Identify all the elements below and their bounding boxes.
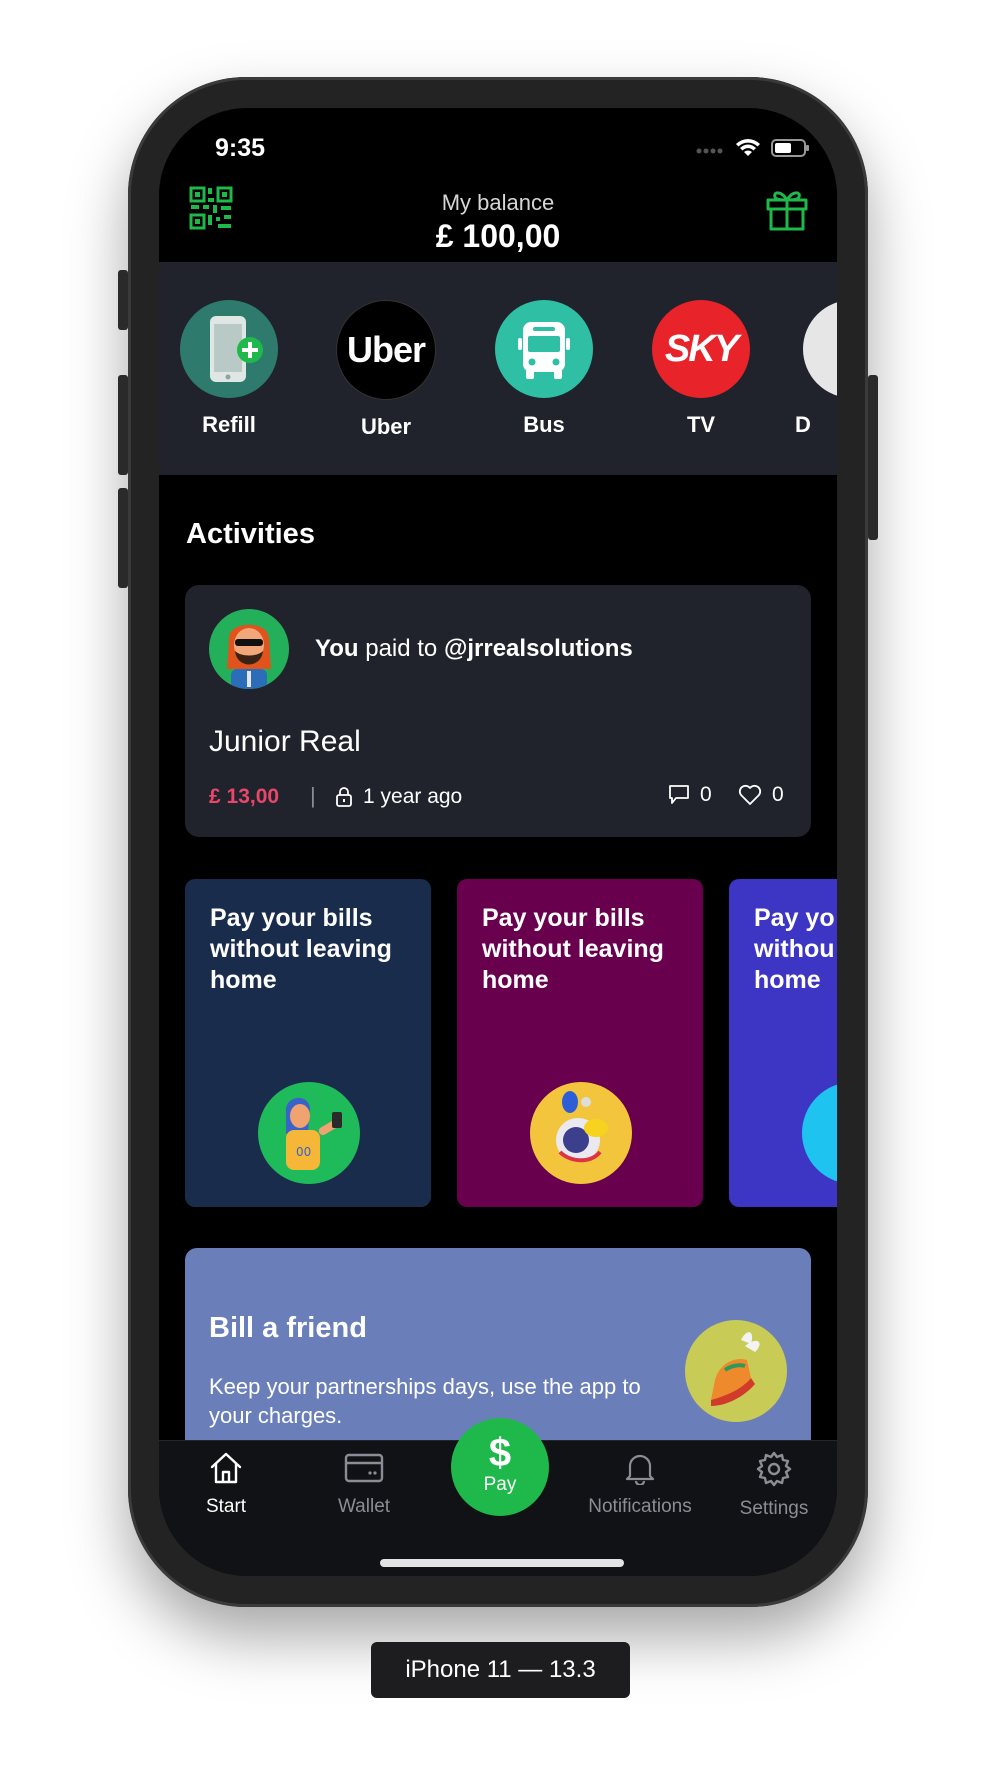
tab-start[interactable]: Start [161, 1451, 291, 1518]
promo-line: withou [754, 935, 835, 963]
balance-label: My balance [441, 190, 555, 215]
gift-icon [766, 191, 808, 231]
shortcut-uber[interactable]: Uber Uber [331, 300, 441, 440]
shortcut-refill[interactable]: Refill [174, 300, 284, 438]
lock-icon [335, 787, 353, 812]
shortcut-partial[interactable]: D [795, 300, 837, 438]
promo-line: home [210, 966, 277, 994]
shortcut-label: D [795, 412, 811, 437]
partial-icon [803, 300, 837, 398]
uber-logo: Uber [336, 300, 436, 400]
pay-button[interactable]: $ Pay [451, 1418, 549, 1516]
battery-icon [771, 138, 811, 163]
promo-line: without leaving [210, 935, 392, 963]
volume-down-button [118, 488, 128, 588]
header: My balance £ 100,00 [159, 168, 837, 262]
promo-card[interactable]: Pay yo withou home [729, 879, 837, 1207]
bell-icon [625, 1454, 655, 1487]
activity-amount: £ 13,00 [209, 785, 280, 808]
sky-logo-text: SKY [664, 328, 739, 370]
bus-icon [495, 300, 593, 398]
shortcut-tv[interactable]: SKY TV [646, 300, 756, 438]
shortcut-label: Bus [523, 412, 565, 437]
activity-card[interactable]: You paid to @jrrealsolutions Junior Real… [185, 585, 811, 837]
tab-label: Wallet [337, 1496, 391, 1517]
status-time: 9:35 [215, 134, 266, 162]
promo-card[interactable]: Pay your bills without leaving home 00 [185, 879, 431, 1207]
tab-settings[interactable]: Settings [709, 1451, 837, 1520]
wallet-icon [344, 1453, 384, 1483]
likes-count: 0 [772, 783, 784, 806]
home-icon [210, 1452, 242, 1484]
promo-illustration [530, 1082, 632, 1184]
gear-icon [756, 1451, 792, 1487]
promo-illustration [802, 1082, 837, 1184]
mute-switch [118, 270, 128, 330]
activity-actor: You [315, 635, 359, 662]
comments-button[interactable]: 0 [668, 783, 712, 807]
refill-icon [180, 300, 278, 398]
promo-card[interactable]: Pay your bills without leaving home [457, 879, 703, 1207]
heart-icon [738, 784, 762, 805]
screen: 9:35 My balance £ 100,00 Refill Uber Ube… [159, 108, 837, 1576]
activity-verb: paid to [358, 635, 444, 662]
promo-line: Pay your bills [482, 904, 645, 932]
likes-button[interactable]: 0 [738, 783, 784, 807]
bill-title: Bill a friend [209, 1312, 367, 1344]
tab-notifications[interactable]: Notifications [565, 1451, 715, 1518]
notch [309, 108, 687, 163]
device-label: iPhone 11 — 13.3 [371, 1642, 630, 1698]
promo-line: home [482, 966, 549, 994]
wifi-icon [735, 138, 761, 163]
activity-description: You paid to @jrrealsolutions [315, 635, 633, 663]
shortcut-label: Uber [360, 414, 412, 439]
comment-icon [669, 785, 689, 804]
balance-value: £ 100,00 [435, 218, 561, 254]
pay-label: Pay [483, 1474, 517, 1495]
promo-line: Pay your bills [210, 904, 373, 932]
tab-wallet[interactable]: Wallet [299, 1451, 429, 1518]
gift-button[interactable] [765, 186, 809, 237]
promo-line: home [754, 966, 821, 994]
promo-text: Pay yo withou home [754, 903, 837, 996]
tab-label: Notifications [588, 1496, 692, 1517]
svg-text:00: 00 [296, 1145, 311, 1159]
power-button [868, 375, 878, 540]
volume-up-button [118, 375, 128, 475]
uber-logo-text: Uber [346, 329, 426, 370]
activity-time: 1 year ago [363, 785, 463, 808]
comments-count: 0 [700, 783, 712, 806]
tab-label: Settings [739, 1498, 809, 1519]
promo-illustration: 00 [258, 1082, 360, 1184]
sneaker-illustration [685, 1320, 787, 1422]
tab-label: Start [205, 1496, 247, 1517]
shortcut-bus[interactable]: Bus [489, 300, 599, 438]
dollar-icon: $ [488, 1431, 512, 1475]
status-icons [695, 138, 811, 163]
activity-name: Junior Real [209, 725, 361, 758]
bill-description: Keep your partnerships days, use the app… [209, 1374, 641, 1428]
avatar [209, 609, 289, 689]
activities-title: Activities [186, 518, 315, 550]
shortcut-label: TV [686, 412, 716, 437]
activity-handle[interactable]: @jrrealsolutions [444, 635, 633, 662]
signal-icon [695, 142, 725, 160]
promo-text: Pay your bills without leaving home [210, 903, 420, 996]
promo-line: without leaving [482, 935, 664, 963]
promo-line: Pay yo [754, 904, 835, 932]
home-indicator[interactable] [380, 1559, 624, 1567]
sky-logo: SKY [652, 300, 750, 398]
shortcuts-row: Refill Uber Uber Bus SKY TV D [159, 262, 837, 475]
activity-separator: | [310, 783, 316, 808]
shortcut-label: Refill [202, 412, 256, 437]
promo-text: Pay your bills without leaving home [482, 903, 692, 996]
